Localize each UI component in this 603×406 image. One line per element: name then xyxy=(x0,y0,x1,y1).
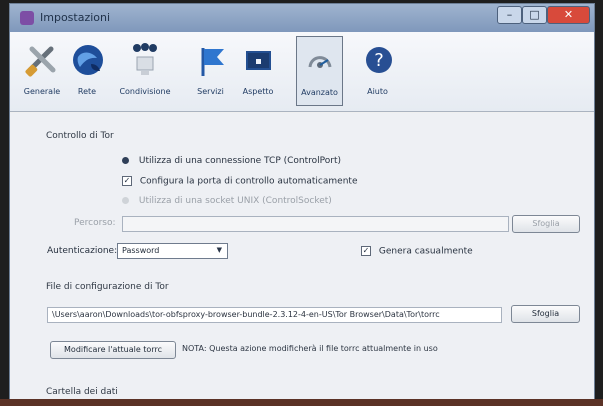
tor-control-title: Controllo di Tor xyxy=(46,131,114,141)
tab-condivisione-label: Condivisione xyxy=(119,87,171,96)
browse-socket-button[interactable]: Sfoglia xyxy=(512,215,580,233)
generate-random-checkbox[interactable]: ✓ xyxy=(361,246,371,256)
appearance-icon xyxy=(246,51,271,70)
data-folder-title: Cartella dei dati xyxy=(46,387,118,397)
sharing-icon xyxy=(133,43,157,75)
unix-radio-button[interactable] xyxy=(122,197,129,204)
tab-servizi[interactable]: Servizi xyxy=(188,36,233,106)
generate-random-label: Genera casualmente xyxy=(378,246,473,257)
settings-window: Impostazioni – □ ✕ Generale Rete Condivi… xyxy=(9,3,595,405)
tab-aiuto-label: Aiuto xyxy=(367,87,388,96)
close-button[interactable]: ✕ xyxy=(547,6,590,24)
window-title: Impostazioni xyxy=(40,11,111,24)
minimize-button[interactable]: – xyxy=(497,6,522,24)
tcp-radio-button[interactable] xyxy=(122,157,129,164)
tab-generale[interactable]: Generale xyxy=(18,36,66,106)
tab-condivisione[interactable]: Condivisione xyxy=(115,36,175,106)
maximize-button[interactable]: □ xyxy=(522,6,547,24)
svg-text:?: ? xyxy=(374,50,384,71)
tools-icon xyxy=(25,46,56,77)
authentication-label: Autenticazione: xyxy=(47,246,118,256)
tab-generale-label: Generale xyxy=(23,87,61,96)
unix-radio-option[interactable]: Utilizza di una socket UNIX (ControlSock… xyxy=(122,196,332,206)
app-icon xyxy=(20,11,34,25)
modify-torrc-button[interactable]: Modificare l'attuale torrc xyxy=(50,341,176,359)
config-file-title: File di configurazione di Tor xyxy=(46,282,169,292)
desk-background xyxy=(0,399,603,406)
generate-random-row[interactable]: ✓ Genera casualmente xyxy=(361,246,473,257)
title-bar[interactable]: Impostazioni – □ ✕ xyxy=(10,4,594,32)
config-path-input[interactable]: \Users\aaron\Downloads\tor-obfsproxy-bro… xyxy=(47,307,502,323)
tab-rete-label: Rete xyxy=(77,87,97,96)
chevron-down-icon: ▼ xyxy=(216,246,222,254)
tab-rete[interactable]: Rete xyxy=(68,36,106,106)
torrc-note: NOTA: Questa azione modificherà il file … xyxy=(182,344,438,353)
tab-aiuto[interactable]: ? Aiuto xyxy=(359,36,396,106)
control-socket-path-input[interactable] xyxy=(122,216,509,232)
tab-aspetto[interactable]: Aspetto xyxy=(236,36,280,106)
browse-config-button[interactable]: Sfoglia xyxy=(511,305,580,323)
auto-config-label: Configura la porta di controllo automati… xyxy=(139,176,358,187)
auto-config-checkbox[interactable]: ✓ xyxy=(122,176,132,186)
authentication-select[interactable]: Password ▼ xyxy=(117,243,228,259)
flag-icon xyxy=(201,48,224,76)
auto-config-checkbox-row[interactable]: ✓ Configura la porta di controllo automa… xyxy=(122,176,357,187)
advanced-settings-panel: Controllo di Tor Utilizza di una conness… xyxy=(10,113,594,404)
tab-servizi-label: Servizi xyxy=(197,87,224,96)
network-globe-icon xyxy=(73,45,103,75)
tcp-radio-label: Utilizza di una connessione TCP (Control… xyxy=(138,156,342,166)
tab-avanzato-label: Avanzato xyxy=(301,88,338,97)
tab-avanzato[interactable]: Avanzato xyxy=(296,36,343,106)
advanced-icon xyxy=(308,56,331,68)
authentication-value: Password xyxy=(122,246,160,255)
tcp-radio-option[interactable]: Utilizza di una connessione TCP (Control… xyxy=(122,156,341,166)
tab-aspetto-label: Aspetto xyxy=(242,87,274,96)
settings-toolbar: Generale Rete Condivisione Servizi Aspet… xyxy=(10,32,594,112)
help-icon: ? xyxy=(366,47,392,73)
unix-radio-label: Utilizza di una socket UNIX (ControlSock… xyxy=(138,196,332,206)
path-label: Percorso: xyxy=(74,218,116,228)
